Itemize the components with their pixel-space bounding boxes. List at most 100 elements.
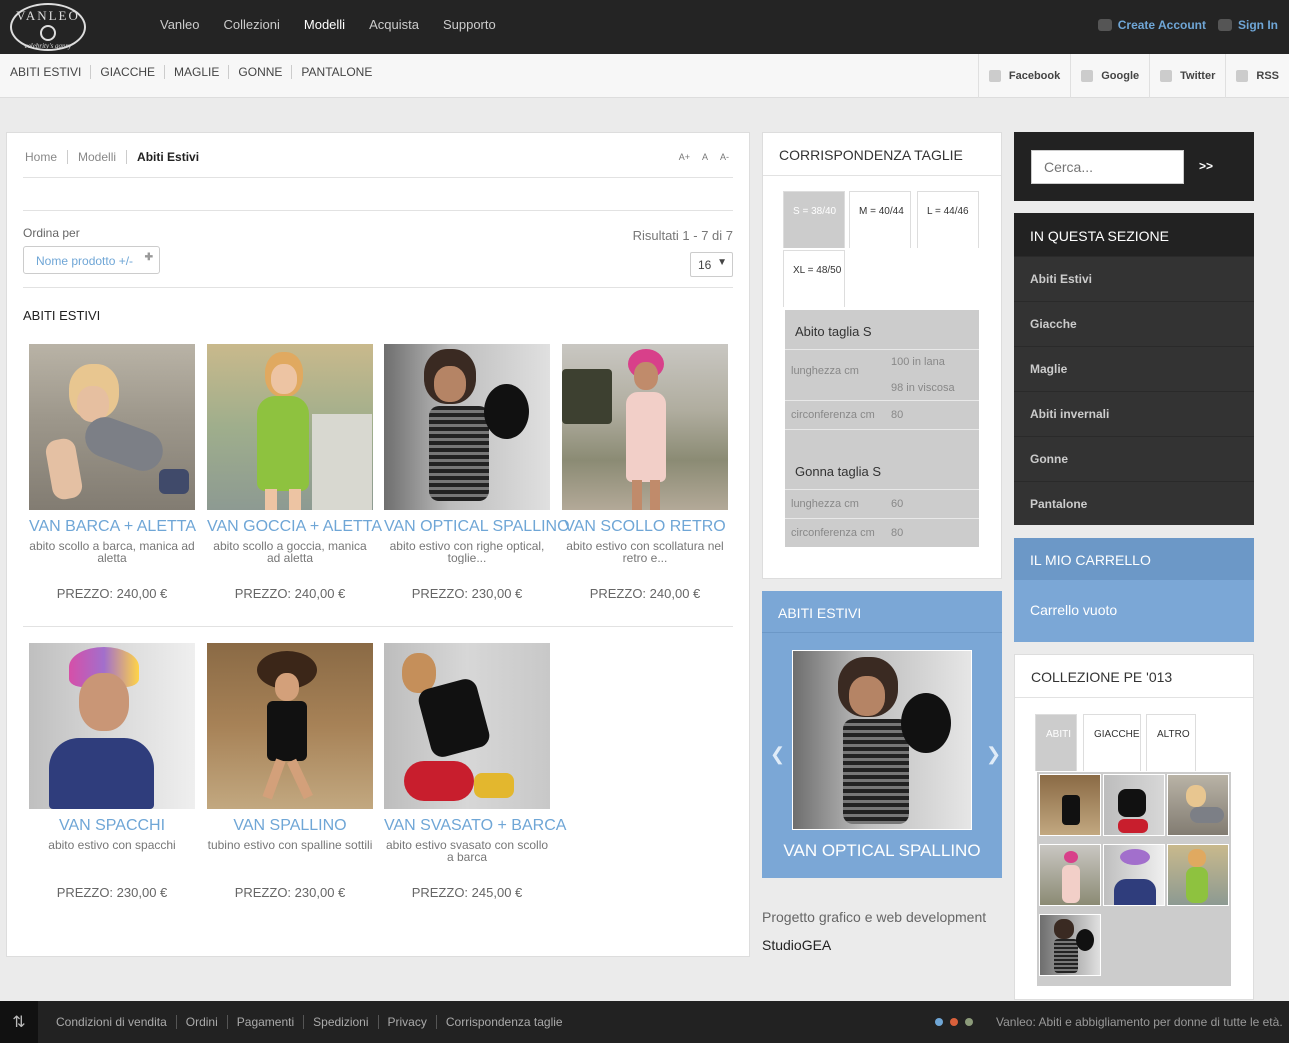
dot-blue[interactable]: [935, 1018, 943, 1026]
size-table: Abito taglia S lunghezza cm 100 in lana 9…: [785, 310, 979, 547]
thumbnail[interactable]: [1167, 774, 1229, 836]
tab-size-xl[interactable]: XL = 48/50: [783, 250, 845, 307]
value-viscose: 98 in viscosa: [891, 382, 955, 394]
section-item-giacche[interactable]: Giacche: [1014, 301, 1254, 346]
thumbnail[interactable]: [1167, 844, 1229, 906]
tab-size-l[interactable]: L = 44/46: [917, 191, 979, 248]
thumbnail[interactable]: [1103, 844, 1165, 906]
product-image[interactable]: [384, 643, 550, 809]
price-value: 245,00 €: [471, 885, 523, 900]
category-abiti-estivi[interactable]: ABITI ESTIVI: [10, 65, 90, 79]
product-image[interactable]: [207, 344, 373, 510]
product-card[interactable]: VAN SPACCHI abito estivo con spacchi PRE…: [29, 643, 195, 900]
rss-link[interactable]: RSS: [1225, 54, 1289, 98]
product-name[interactable]: VAN SCOLLO RETRO: [562, 518, 728, 536]
tab-giacche[interactable]: GIACCHE: [1083, 714, 1141, 771]
product-name[interactable]: VAN BARCA + ALETTA: [29, 518, 196, 536]
google-link[interactable]: Google: [1070, 54, 1149, 98]
footer-link-taglie[interactable]: Corrispondenza taglie: [435, 1015, 572, 1029]
product-image[interactable]: [562, 344, 728, 510]
thumbnail[interactable]: [1039, 914, 1101, 976]
divider: [23, 177, 733, 178]
nav-item-acquista[interactable]: Acquista: [369, 17, 419, 32]
facebook-link[interactable]: Facebook: [977, 54, 1070, 98]
tab-abiti[interactable]: ABITI: [1035, 714, 1077, 771]
main-nav: Vanleo Collezioni Modelli Acquista Suppo…: [160, 17, 496, 32]
search-submit-button[interactable]: >>: [1199, 159, 1213, 173]
section-item-gonne[interactable]: Gonne: [1014, 436, 1254, 481]
product-price: PREZZO: 240,00 €: [562, 586, 728, 601]
product-card[interactable]: VAN OPTICAL SPALLINO abito estivo con ri…: [384, 344, 570, 601]
chevron-left-icon[interactable]: ❮: [770, 744, 785, 765]
google-icon: [1081, 70, 1094, 82]
product-price: PREZZO: 245,00 €: [384, 885, 550, 900]
product-price: PREZZO: 230,00 €: [207, 885, 373, 900]
footer-link-ordini[interactable]: Ordini: [175, 1015, 227, 1029]
product-name[interactable]: VAN SPALLINO: [207, 817, 373, 835]
footer-link-spedizioni[interactable]: Spedizioni: [303, 1015, 377, 1029]
nav-item-modelli[interactable]: Modelli: [304, 17, 345, 32]
product-image[interactable]: [384, 344, 550, 510]
category-maglie[interactable]: MAGLIE: [164, 65, 228, 79]
divider: [23, 210, 733, 211]
price-label: PREZZO:: [589, 586, 647, 601]
product-card[interactable]: VAN SCOLLO RETRO abito estivo con scolla…: [562, 344, 728, 601]
product-card[interactable]: VAN GOCCIA + ALETTA abito scollo a gocci…: [207, 344, 382, 601]
twitter-link[interactable]: Twitter: [1149, 54, 1225, 98]
product-name[interactable]: VAN OPTICAL SPALLINO: [384, 518, 570, 536]
product-name[interactable]: VAN SPACCHI: [29, 817, 195, 835]
slider-caption[interactable]: VAN OPTICAL SPALLINO: [762, 841, 1002, 861]
tab-size-s[interactable]: S = 38/40: [783, 191, 845, 248]
footer-link-pagamenti[interactable]: Pagamenti: [226, 1015, 303, 1029]
section-item-abiti-invernali[interactable]: Abiti invernali: [1014, 391, 1254, 436]
dot-orange[interactable]: [950, 1018, 958, 1026]
tab-size-m[interactable]: M = 40/44: [849, 191, 911, 248]
category-giacche[interactable]: GIACCHE: [90, 65, 164, 79]
thumbnail[interactable]: [1039, 774, 1101, 836]
search-input[interactable]: [1031, 150, 1184, 184]
nav-item-vanleo[interactable]: Vanleo: [160, 17, 200, 32]
product-card[interactable]: VAN BARCA + ALETTA abito scollo a barca,…: [29, 344, 196, 601]
breadcrumb-modelli[interactable]: Modelli: [67, 150, 126, 164]
credits-studio-link[interactable]: StudioGEA: [762, 931, 986, 959]
table-row: circonferenza cm 80: [785, 401, 979, 430]
slider-image[interactable]: [792, 650, 972, 830]
sign-in-link[interactable]: Sign In: [1238, 18, 1278, 32]
price-value: 240,00 €: [649, 586, 701, 601]
thumbnail[interactable]: [1103, 774, 1165, 836]
chevron-right-icon[interactable]: ❯: [986, 744, 1001, 765]
product-name[interactable]: VAN GOCCIA + ALETTA: [207, 518, 382, 536]
section-item-maglie[interactable]: Maglie: [1014, 346, 1254, 391]
thumbnail[interactable]: [1039, 844, 1101, 906]
section-item-abiti-estivi[interactable]: Abiti Estivi: [1014, 256, 1254, 301]
product-card[interactable]: VAN SPALLINO tubino estivo con spalline …: [207, 643, 373, 900]
vanleo-logo[interactable]: VANLEO celebrity's ganry: [10, 3, 86, 51]
sort-select[interactable]: Nome prodotto +/- ✚: [23, 246, 160, 274]
footer-tagline: Vanleo: Abiti e abbigliamento per donne …: [996, 1015, 1283, 1029]
font-decrease-button[interactable]: A-: [720, 152, 729, 162]
per-page-select[interactable]: 16 ▼: [690, 252, 733, 277]
tab-altro[interactable]: ALTRO: [1146, 714, 1196, 771]
category-pantalone[interactable]: PANTALONE: [291, 65, 381, 79]
footer-link-condizioni[interactable]: Condizioni di vendita: [56, 1015, 176, 1029]
nav-item-supporto[interactable]: Supporto: [443, 17, 496, 32]
footer-link-privacy[interactable]: Privacy: [377, 1015, 436, 1029]
create-account-link[interactable]: Create Account: [1118, 18, 1206, 32]
product-card[interactable]: VAN SVASATO + BARCA abito estivo svasato…: [384, 643, 566, 900]
product-name[interactable]: VAN SVASATO + BARCA: [384, 817, 566, 835]
product-image[interactable]: [29, 643, 195, 809]
social-links: Facebook Google Twitter RSS: [977, 54, 1289, 98]
product-image[interactable]: [29, 344, 195, 510]
section-item-pantalone[interactable]: Pantalone: [1014, 481, 1254, 526]
product-image[interactable]: [207, 643, 373, 809]
font-increase-button[interactable]: A+: [679, 152, 690, 162]
section-title: ABITI ESTIVI: [23, 308, 101, 323]
scroll-top-icon[interactable]: ⇅: [0, 1001, 38, 1043]
nav-item-collezioni[interactable]: Collezioni: [224, 17, 280, 32]
rss-icon: [1236, 70, 1249, 82]
row-label: lunghezza cm: [791, 498, 859, 510]
breadcrumb-home[interactable]: Home: [25, 150, 67, 164]
font-reset-button[interactable]: A: [702, 152, 708, 162]
category-gonne[interactable]: GONNE: [228, 65, 291, 79]
dot-green[interactable]: [965, 1018, 973, 1026]
